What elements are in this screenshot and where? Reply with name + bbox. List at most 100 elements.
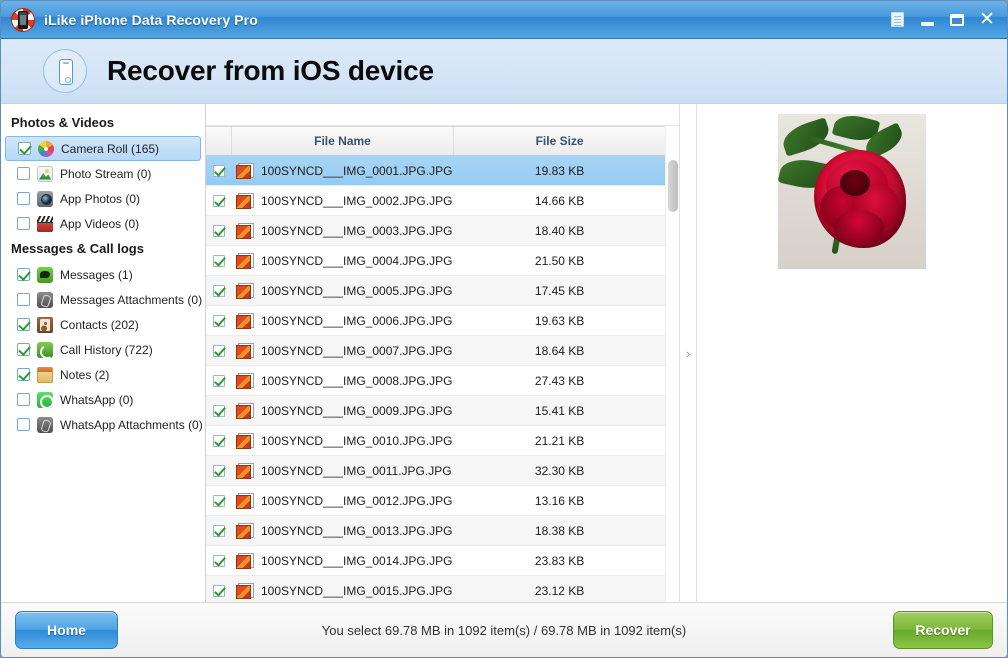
row-check-cell[interactable] — [206, 194, 232, 207]
maximize-icon[interactable] — [943, 7, 971, 33]
contacts-icon — [37, 316, 53, 333]
home-button[interactable]: Home — [15, 611, 118, 649]
sidebar-item-whatsapp[interactable]: WhatsApp (0) — [5, 387, 201, 412]
row-check-cell[interactable] — [206, 344, 232, 357]
row-checkbox[interactable] — [213, 314, 225, 327]
sidebar-item-call-history[interactable]: Call History (722) — [5, 337, 201, 362]
close-glyph: ✕ — [979, 9, 995, 30]
row-check-cell[interactable] — [206, 554, 232, 567]
table-row[interactable]: 100SYNCD___IMG_0014.JPG.JPG 23.83 KB — [206, 546, 666, 576]
menu-document-icon[interactable] — [883, 7, 911, 33]
sidebar-checkbox[interactable] — [17, 393, 30, 406]
row-check-cell[interactable] — [206, 254, 232, 267]
sidebar-checkbox[interactable] — [17, 368, 30, 381]
file-list-rows: 100SYNCD___IMG_0001.JPG.JPG 19.83 KB 100SY… — [206, 156, 666, 602]
table-row[interactable]: 100SYNCD___IMG_0007.JPG.JPG 18.64 KB — [206, 336, 666, 366]
sidebar-checkbox[interactable] — [17, 268, 30, 281]
photo-stream-icon — [37, 165, 53, 182]
file-list-scrollbar[interactable] — [665, 126, 680, 602]
sidebar-item-label: Messages Attachments (0) — [60, 292, 203, 307]
row-checkbox[interactable] — [213, 374, 225, 387]
row-check-cell[interactable] — [206, 314, 232, 327]
row-checkbox[interactable] — [213, 254, 225, 267]
sidebar-item-label: App Videos (0) — [60, 216, 140, 231]
window-controls: ✕ — [883, 7, 1001, 33]
header-check-column — [206, 127, 232, 155]
sidebar-checkbox[interactable] — [18, 142, 31, 155]
table-row[interactable]: 100SYNCD___IMG_0013.JPG.JPG 18.38 KB — [206, 516, 666, 546]
sidebar-checkbox[interactable] — [17, 217, 30, 230]
table-row[interactable]: 100SYNCD___IMG_0006.JPG.JPG 19.63 KB — [206, 306, 666, 336]
row-checkbox[interactable] — [213, 464, 225, 477]
minimize-icon[interactable] — [913, 7, 941, 33]
sidebar-item-app-videos[interactable]: App Videos (0) — [5, 211, 201, 236]
app-videos-icon — [37, 215, 53, 232]
row-checkbox[interactable] — [213, 344, 225, 357]
attachment-icon — [37, 416, 53, 433]
table-row[interactable]: 100SYNCD___IMG_0012.JPG.JPG 13.16 KB — [206, 486, 666, 516]
row-check-cell[interactable] — [206, 584, 232, 597]
chevron-right-icon: › — [686, 345, 691, 361]
sidebar-item-app-photos[interactable]: App Photos (0) — [5, 186, 201, 211]
category-sidebar: Photos & Videos Camera Roll (165) Photo … — [1, 104, 206, 602]
row-checkbox[interactable] — [213, 554, 225, 567]
row-check-cell[interactable] — [206, 494, 232, 507]
sidebar-item-photo-stream[interactable]: Photo Stream (0) — [5, 161, 201, 186]
row-check-cell[interactable] — [206, 434, 232, 447]
sidebar-item-contacts[interactable]: Contacts (202) — [5, 312, 201, 337]
sidebar-item-label: Photo Stream (0) — [60, 166, 152, 181]
table-row[interactable]: 100SYNCD___IMG_0004.JPG.JPG 21.50 KB — [206, 246, 666, 276]
table-row[interactable]: 100SYNCD___IMG_0002.JPG.JPG 14.66 KB — [206, 186, 666, 216]
collapse-toggle[interactable]: › — [679, 104, 698, 602]
row-checkbox[interactable] — [213, 524, 225, 537]
row-check-cell[interactable] — [206, 404, 232, 417]
table-row[interactable]: 100SYNCD___IMG_0010.JPG.JPG 21.21 KB — [206, 426, 666, 456]
sidebar-checkbox[interactable] — [17, 343, 30, 356]
sidebar-item-label: WhatsApp Attachments (0) — [60, 417, 203, 432]
sidebar-item-messages[interactable]: Messages (1) — [5, 262, 201, 287]
row-file-name-cell: 100SYNCD___IMG_0012.JPG.JPG — [232, 493, 454, 509]
row-checkbox[interactable] — [213, 284, 225, 297]
sidebar-checkbox[interactable] — [17, 167, 30, 180]
row-checkbox[interactable] — [213, 434, 225, 447]
row-check-cell[interactable] — [206, 524, 232, 537]
row-check-cell[interactable] — [206, 224, 232, 237]
row-check-cell[interactable] — [206, 164, 232, 177]
column-header-file-size[interactable]: File Size — [454, 127, 665, 155]
row-file-name-cell: 100SYNCD___IMG_0008.JPG.JPG — [232, 373, 454, 389]
table-row[interactable]: 100SYNCD___IMG_0009.JPG.JPG 15.41 KB — [206, 396, 666, 426]
recover-button[interactable]: Recover — [893, 611, 993, 649]
row-checkbox[interactable] — [213, 194, 225, 207]
sidebar-item-label: App Photos (0) — [60, 191, 141, 206]
table-row[interactable]: 100SYNCD___IMG_0001.JPG.JPG 19.83 KB — [206, 156, 666, 186]
table-row[interactable]: 100SYNCD___IMG_0003.JPG.JPG 18.40 KB — [206, 216, 666, 246]
row-check-cell[interactable] — [206, 284, 232, 297]
sidebar-checkbox[interactable] — [17, 418, 30, 431]
sidebar-item-camera-roll[interactable]: Camera Roll (165) — [5, 136, 201, 161]
row-checkbox[interactable] — [213, 404, 225, 417]
sidebar-item-whatsapp-attachments[interactable]: WhatsApp Attachments (0) — [5, 412, 203, 437]
row-checkbox[interactable] — [213, 164, 225, 177]
sidebar-checkbox[interactable] — [17, 318, 30, 331]
row-checkbox[interactable] — [213, 224, 225, 237]
table-row[interactable]: 100SYNCD___IMG_0005.JPG.JPG 17.45 KB — [206, 276, 666, 306]
row-check-cell[interactable] — [206, 464, 232, 477]
row-file-name: 100SYNCD___IMG_0007.JPG.JPG — [261, 343, 453, 358]
image-file-icon — [236, 253, 254, 269]
close-icon[interactable]: ✕ — [973, 7, 1001, 33]
table-row[interactable]: 100SYNCD___IMG_0008.JPG.JPG 27.43 KB — [206, 366, 666, 396]
row-file-size: 15.41 KB — [534, 403, 585, 418]
table-row[interactable]: 100SYNCD___IMG_0015.JPG.JPG 23.12 KB — [206, 576, 666, 602]
row-checkbox[interactable] — [213, 584, 225, 597]
sidebar-item-notes[interactable]: Notes (2) — [5, 362, 201, 387]
sidebar-checkbox[interactable] — [17, 293, 30, 306]
table-row[interactable]: 100SYNCD___IMG_0011.JPG.JPG 32.30 KB — [206, 456, 666, 486]
scrollbar-thumb[interactable] — [668, 160, 679, 212]
row-check-cell[interactable] — [206, 374, 232, 387]
column-header-file-name[interactable]: File Name — [232, 127, 454, 155]
sidebar-checkbox[interactable] — [17, 192, 30, 205]
title-bar: iLike iPhone Data Recovery Pro ✕ — [1, 1, 1007, 39]
sidebar-item-messages-attachments[interactable]: Messages Attachments (0) — [5, 287, 203, 312]
image-file-icon — [236, 403, 254, 419]
row-checkbox[interactable] — [213, 494, 225, 507]
